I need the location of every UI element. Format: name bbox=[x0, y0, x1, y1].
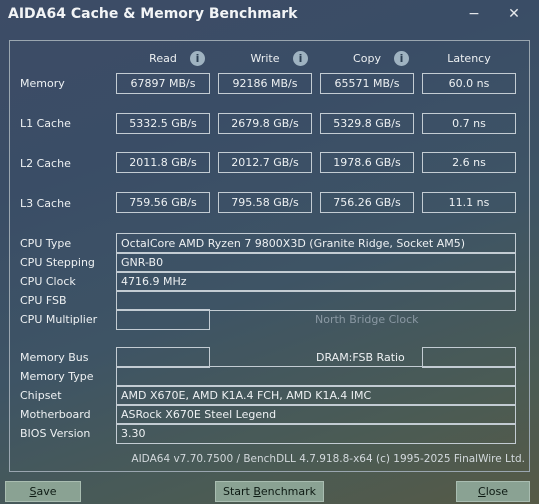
motherboard-label: Motherboard bbox=[20, 408, 91, 421]
memory-latency-value: 60.0 ns bbox=[422, 73, 516, 94]
l2-copy-value: 1978.6 GB/s bbox=[320, 152, 414, 173]
save-button[interactable]: Save bbox=[5, 481, 81, 502]
row-label-l2-cache: L2 Cache bbox=[20, 157, 71, 170]
start-button-label-rest: enchmark bbox=[260, 485, 317, 498]
copy-info-icon[interactable]: i bbox=[394, 51, 409, 66]
memory-bus-value bbox=[116, 347, 210, 368]
save-button-label: ave bbox=[36, 485, 57, 498]
minimize-icon[interactable]: − bbox=[466, 6, 482, 22]
cpu-fsb-label: CPU FSB bbox=[20, 294, 67, 307]
l2-write-value: 2012.7 GB/s bbox=[218, 152, 312, 173]
l1-latency-value: 0.7 ns bbox=[422, 113, 516, 134]
start-button-label-pre: Start bbox=[222, 485, 254, 498]
cpu-clock-label: CPU Clock bbox=[20, 275, 76, 288]
cpu-multiplier-label: CPU Multiplier bbox=[20, 313, 98, 326]
memory-bus-label: Memory Bus bbox=[20, 351, 89, 364]
memory-type-label: Memory Type bbox=[20, 370, 94, 383]
memory-copy-value: 65571 MB/s bbox=[320, 73, 414, 94]
start-benchmark-button[interactable]: Start Benchmark bbox=[215, 481, 324, 502]
l2-read-value: 2011.8 GB/s bbox=[116, 152, 210, 173]
header-latency: Latency bbox=[447, 52, 491, 65]
memory-type-value bbox=[116, 366, 516, 387]
cpu-stepping-label: CPU Stepping bbox=[20, 256, 95, 269]
row-label-memory: Memory bbox=[20, 77, 65, 90]
close-icon[interactable]: ✕ bbox=[506, 6, 522, 22]
cpu-fsb-value bbox=[116, 290, 516, 311]
l3-read-value: 759.56 GB/s bbox=[116, 192, 210, 213]
cpu-type-label: CPU Type bbox=[20, 237, 72, 250]
write-info-icon[interactable]: i bbox=[293, 51, 308, 66]
l3-write-value: 795.58 GB/s bbox=[218, 192, 312, 213]
memory-write-value: 92186 MB/s bbox=[218, 73, 312, 94]
bios-version-value: 3.30 bbox=[116, 423, 516, 444]
header-write: Write bbox=[250, 52, 280, 65]
memory-read-value: 67897 MB/s bbox=[116, 73, 210, 94]
chipset-label: Chipset bbox=[20, 389, 62, 402]
row-label-l3-cache: L3 Cache bbox=[20, 197, 71, 210]
l3-latency-value: 11.1 ns bbox=[422, 192, 516, 213]
l3-copy-value: 756.26 GB/s bbox=[320, 192, 414, 213]
window-title: AIDA64 Cache & Memory Benchmark bbox=[8, 6, 298, 22]
l1-read-value: 5332.5 GB/s bbox=[116, 113, 210, 134]
l2-latency-value: 2.6 ns bbox=[422, 152, 516, 173]
chipset-value: AMD X670E, AMD K1A.4 FCH, AMD K1A.4 IMC bbox=[116, 385, 516, 406]
close-button-accel: C bbox=[478, 485, 486, 498]
dram-fsb-ratio-value bbox=[422, 347, 516, 368]
title-bar: AIDA64 Cache & Memory Benchmark − ✕ bbox=[0, 0, 539, 32]
cpu-type-value: OctalCore AMD Ryzen 7 9800X3D (Granite R… bbox=[116, 233, 516, 254]
cpu-stepping-value: GNR-B0 bbox=[116, 252, 516, 273]
l1-copy-value: 5329.8 GB/s bbox=[320, 113, 414, 134]
copyright-footer: AIDA64 v7.70.7500 / BenchDLL 4.7.918.8-x… bbox=[131, 453, 525, 465]
header-copy: Copy bbox=[353, 52, 381, 65]
cpu-multiplier-value bbox=[116, 309, 210, 330]
close-button[interactable]: Close bbox=[456, 481, 530, 502]
dram-fsb-ratio-label: DRAM:FSB Ratio bbox=[316, 351, 405, 364]
row-label-l1-cache: L1 Cache bbox=[20, 117, 71, 130]
cpu-clock-value: 4716.9 MHz bbox=[116, 271, 516, 292]
bios-version-label: BIOS Version bbox=[20, 427, 91, 440]
start-button-accel: B bbox=[253, 485, 261, 498]
north-bridge-clock-label: North Bridge Clock bbox=[315, 313, 419, 326]
motherboard-value: ASRock X670E Steel Legend bbox=[116, 404, 516, 425]
close-button-label: lose bbox=[485, 485, 508, 498]
read-info-icon[interactable]: i bbox=[190, 51, 205, 66]
header-read: Read bbox=[149, 52, 177, 65]
l1-write-value: 2679.8 GB/s bbox=[218, 113, 312, 134]
